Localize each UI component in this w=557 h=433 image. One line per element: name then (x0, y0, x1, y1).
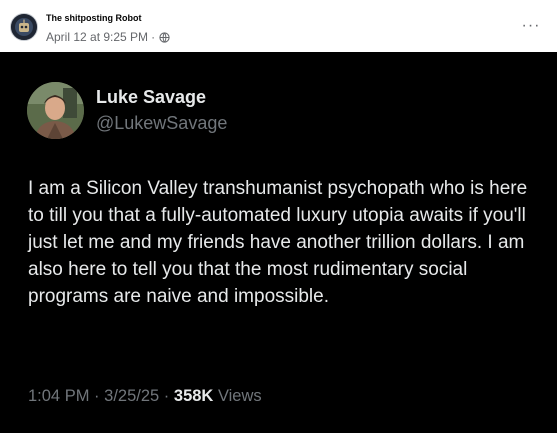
author-photo (27, 82, 84, 139)
footer-separator: · (94, 387, 100, 405)
tweet-author-name[interactable]: Luke Savage (96, 87, 206, 108)
facebook-post-header: The shitposting Robot April 12 at 9:25 P… (0, 0, 557, 52)
tweet-text: I am a Silicon Valley transhumanist psyc… (28, 178, 528, 307)
tweet-time: 1:04 PM (28, 387, 90, 405)
footer-separator-2: · (163, 387, 170, 405)
tweet-author-avatar (27, 82, 84, 139)
tweet-screenshot: Luke Savage @LukewSavage I am a Silicon … (0, 52, 557, 433)
post-timestamp[interactable]: April 12 at 9:25 PM (46, 30, 148, 44)
more-options-icon[interactable]: ··· (519, 14, 543, 38)
tweet-date: 3/25/25 (104, 387, 160, 405)
page-name[interactable]: The shitposting Robot (46, 13, 141, 23)
globe-icon[interactable] (159, 31, 170, 43)
meta-separator: · (151, 30, 156, 44)
tweet-footer: 1:04 PM · 3/25/25 · 358K Views (28, 387, 262, 406)
tweet-views-label: Views (217, 387, 262, 405)
page-avatar[interactable] (10, 13, 38, 41)
tweet-author-handle[interactable]: @LukewSavage (96, 113, 227, 134)
robot-avatar-image (11, 14, 37, 40)
tweet-views-count: 358K (173, 387, 214, 405)
post-meta: April 12 at 9:25 PM · (46, 30, 170, 44)
